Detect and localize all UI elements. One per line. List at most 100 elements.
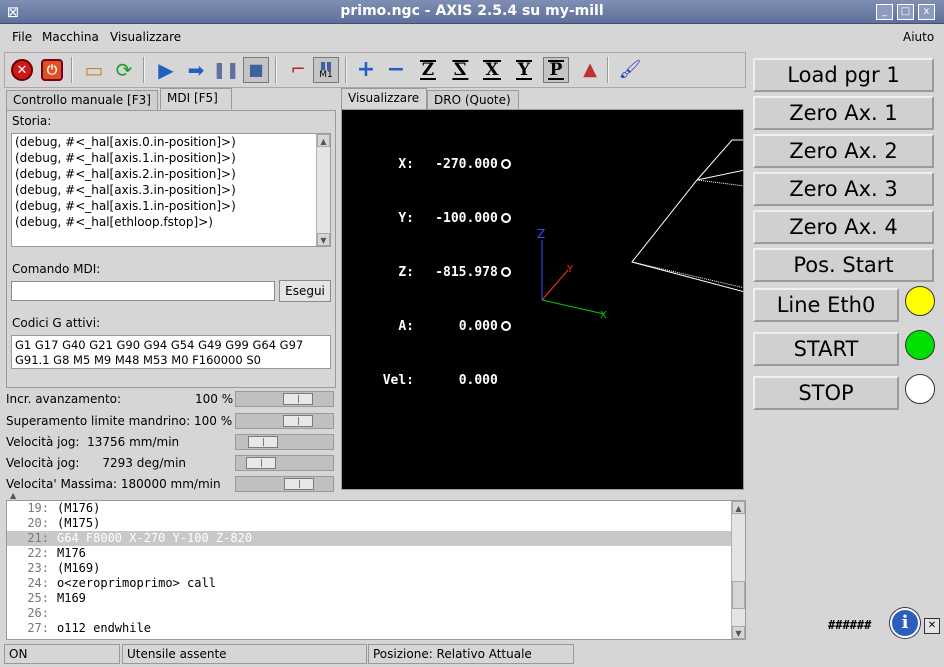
rotate-view-button[interactable]: ▲	[577, 57, 603, 83]
program-line-active[interactable]: 21: G64 F8000 X-270 Y-100 Z-820	[7, 531, 745, 546]
list-item[interactable]: (debug, #<_hal[axis.0.in-position]>)	[12, 134, 330, 150]
slider-thumb[interactable]	[246, 457, 276, 469]
tool-status: Utensile assente	[122, 644, 367, 664]
clear-icon: 🖌	[618, 59, 642, 80]
view-y-button[interactable]: Y	[511, 57, 537, 83]
active-gcodes-label: Codici G attivi:	[12, 316, 101, 330]
open-file-button[interactable]: ▭	[81, 57, 107, 83]
estop-button[interactable]: ✕	[9, 57, 35, 83]
history-scrollbar[interactable]: ▲ ▼	[316, 134, 330, 246]
close-window-button[interactable]: x	[918, 4, 935, 20]
angular-jog-speed-slider[interactable]	[235, 455, 334, 471]
view-z2-button[interactable]: Z	[447, 57, 473, 83]
tab-manual-control[interactable]: Controllo manuale [F3]	[6, 90, 158, 110]
window-title: primo.ngc - AXIS 2.5.4 su my-mill	[340, 3, 604, 19]
list-item[interactable]: (debug, #<_hal[axis.1.in-position]>)	[12, 198, 330, 214]
program-line[interactable]: 27: o112 endwhile	[7, 621, 745, 636]
stop-icon: ■	[248, 60, 264, 79]
step-button[interactable]: ➡	[183, 57, 209, 83]
list-item[interactable]: (debug, #<_hal[axis.1.in-position]>)	[12, 150, 330, 166]
pause-button[interactable]: ❚❚	[213, 57, 240, 83]
program-line[interactable]: 25: M169	[7, 591, 745, 606]
maximize-button[interactable]: □	[897, 4, 914, 20]
optional-stop-button[interactable]: ▮▮ M1	[313, 57, 339, 83]
menu-help[interactable]: Aiuto	[903, 30, 934, 44]
minimize-button[interactable]: _	[876, 4, 893, 20]
limit-dotted-edge	[631, 261, 743, 289]
feed-override-label: Incr. avanzamento: 100 %	[6, 392, 234, 406]
slider-thumb[interactable]	[284, 478, 314, 490]
zoom-out-icon: −	[386, 57, 406, 82]
program-line[interactable]: 22: M176	[7, 546, 745, 561]
menu-machine[interactable]: Macchina	[42, 30, 99, 44]
scroll-down-icon[interactable]: ▼	[317, 233, 330, 246]
tab-dro[interactable]: DRO (Quote)	[427, 90, 519, 110]
scrollbar-thumb[interactable]	[732, 581, 745, 609]
zoom-out-button[interactable]: −	[383, 57, 409, 83]
load-program-button[interactable]: Load pgr 1	[753, 58, 934, 92]
pane-resize-handle[interactable]: ▲	[10, 491, 16, 500]
menu-view[interactable]: Visualizzare	[110, 30, 181, 44]
view-z-button[interactable]: Z	[415, 57, 441, 83]
zoom-in-button[interactable]: +	[353, 57, 379, 83]
clear-plot-button[interactable]: 🖌	[617, 57, 643, 83]
execute-button[interactable]: Esegui	[279, 280, 331, 302]
slider-thumb[interactable]	[283, 393, 313, 405]
mdi-command-input[interactable]	[11, 281, 275, 301]
program-line[interactable]: 20: (M175)	[7, 516, 745, 531]
tab-mdi[interactable]: MDI [F5]	[160, 88, 232, 110]
stop-cycle-button[interactable]: STOP	[753, 376, 899, 410]
scroll-up-icon[interactable]: ▲	[732, 501, 745, 514]
info-icon: i	[890, 608, 920, 638]
program-line[interactable]: 26:	[7, 606, 745, 621]
max-velocity-row: Velocita' Massima: 180000 mm/min	[6, 474, 336, 494]
slider-thumb[interactable]	[248, 436, 278, 448]
stop-status-led	[905, 374, 935, 404]
stop-button[interactable]: ■	[243, 57, 269, 83]
zero-axis-3-button[interactable]: Zero Ax. 3	[753, 172, 934, 206]
menu-file[interactable]: File	[12, 30, 32, 44]
spindle-override-row: Superamento limite mandrino: 100 %	[6, 411, 336, 431]
max-velocity-label: Velocita' Massima: 180000 mm/min	[6, 477, 221, 491]
list-item[interactable]: (debug, #<_hal[axis.2.in-position]>)	[12, 166, 330, 182]
start-button[interactable]: START	[753, 332, 899, 366]
jog-speed-slider[interactable]	[235, 434, 334, 450]
max-velocity-slider[interactable]	[235, 476, 334, 492]
history-list[interactable]: (debug, #<_hal[axis.0.in-position]>) (de…	[11, 133, 331, 247]
title-bar: ⊠ primo.ngc - AXIS 2.5.4 su my-mill _ □ …	[0, 0, 944, 24]
tab-preview[interactable]: Visualizzare	[341, 88, 427, 110]
program-line[interactable]: 23: (M169)	[7, 561, 745, 576]
menu-bar: File Macchina Visualizzare Aiuto	[0, 25, 944, 49]
preview-viewport[interactable]: X: -270.000 Y: -100.000 Z: -815.978 A: 0…	[341, 109, 744, 490]
feed-override-slider[interactable]	[235, 391, 334, 407]
program-scrollbar[interactable]: ▲ ▼	[731, 501, 745, 639]
pos-start-button[interactable]: Pos. Start	[753, 248, 934, 282]
dismiss-notification-button[interactable]: ✕	[924, 618, 940, 634]
list-item[interactable]: (debug, #<_hal[ethloop.fstop]>)	[12, 214, 330, 230]
scroll-up-icon[interactable]: ▲	[317, 134, 330, 147]
view-x-button[interactable]: X	[479, 57, 505, 83]
slider-thumb[interactable]	[283, 415, 313, 427]
scroll-down-icon[interactable]: ▼	[732, 626, 745, 639]
spindle-override-slider[interactable]	[235, 413, 334, 429]
rotate-icon: ▲	[583, 59, 597, 80]
zero-axis-4-button[interactable]: Zero Ax. 4	[753, 210, 934, 244]
machine-power-button[interactable]: ⏻	[39, 57, 65, 83]
start-status-led	[905, 330, 935, 360]
view-p-button[interactable]: P	[543, 57, 569, 83]
view-z2-icon: Z	[451, 60, 469, 80]
program-line[interactable]: 24: o<zeroprimoprimo> call	[7, 576, 745, 591]
touch-off-button[interactable]: ⌐	[285, 57, 311, 83]
line-eth0-button[interactable]: Line Eth0	[753, 288, 899, 322]
zero-axis-1-button[interactable]: Zero Ax. 1	[753, 96, 934, 130]
reload-button[interactable]: ⟳	[111, 57, 137, 83]
program-listing[interactable]: 19: (M176) 20: (M175) 21: G64 F8000 X-270 Y…	[6, 500, 746, 640]
axis-y-line	[541, 269, 569, 301]
toolbar-separator	[607, 57, 609, 83]
run-button[interactable]: ▶	[153, 57, 179, 83]
toolbar: ✕ ⏻ ▭ ⟳ ▶ ➡ ❚❚ ■ ⌐ ▮▮ M1 + − Z Z X Y P ▲…	[4, 52, 746, 88]
axis-y-label: Y	[566, 264, 574, 275]
list-item[interactable]: (debug, #<_hal[axis.3.in-position]>)	[12, 182, 330, 198]
program-line[interactable]: 19: (M176)	[7, 501, 745, 516]
zero-axis-2-button[interactable]: Zero Ax. 2	[753, 134, 934, 168]
